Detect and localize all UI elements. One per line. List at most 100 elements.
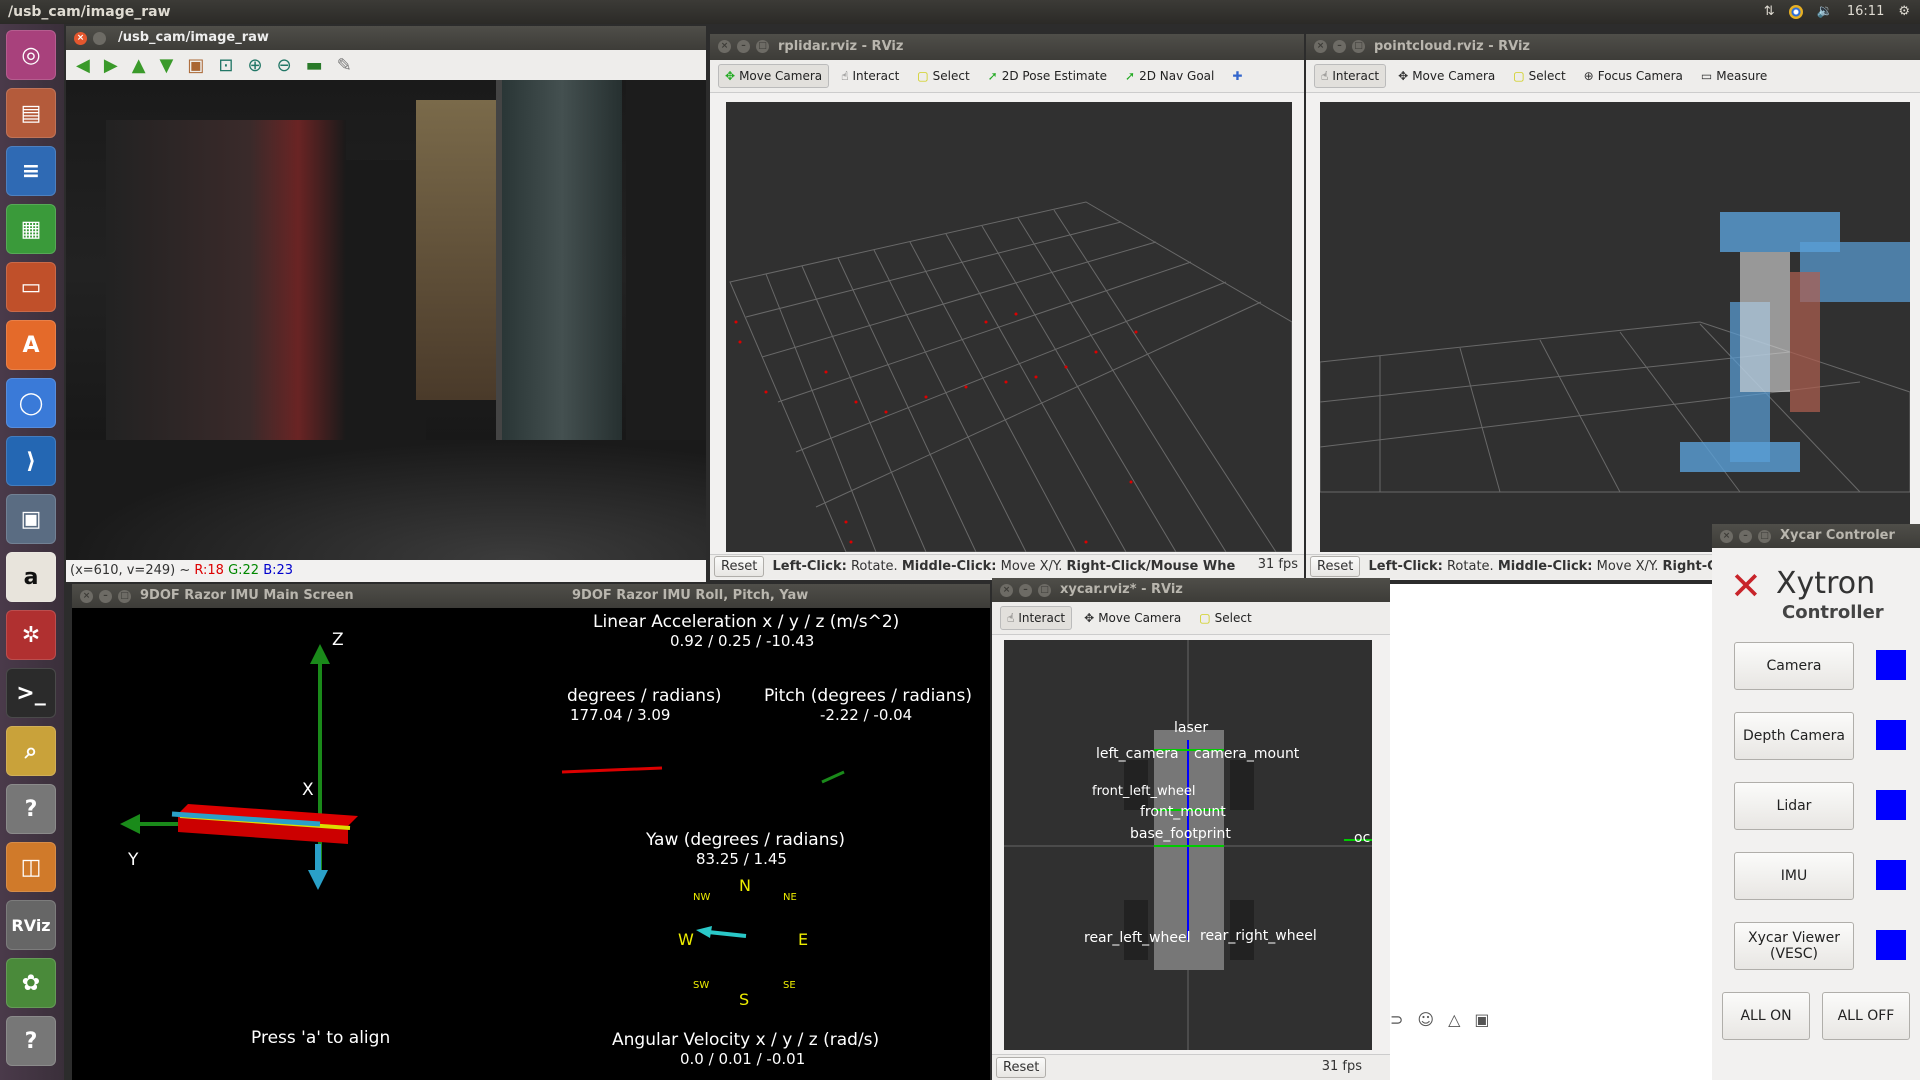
arrow-right-icon[interactable]: ▶ [104, 55, 118, 76]
clock[interactable]: 16:11 [1847, 4, 1884, 19]
maximize-icon[interactable]: □ [756, 40, 769, 53]
settings-icon[interactable]: ✲ [6, 610, 56, 660]
network-icon[interactable]: ⇅ [1764, 4, 1775, 19]
background-chat-window: ⊃ ☺ △ ▣ [1390, 584, 1712, 1080]
rplidar-titlebar[interactable]: × – □ rplidar.rviz - RViz [710, 34, 1304, 60]
add-tool-button[interactable]: ✚ [1226, 65, 1248, 87]
maximize-icon[interactable]: □ [118, 590, 131, 603]
nav-goal-tool[interactable]: ➚ 2D Nav Goal [1119, 65, 1220, 87]
maximize-icon[interactable]: □ [1038, 584, 1051, 597]
imu-window: × – □ 9DOF Razor IMU Main Screen 9DOF Razo… [72, 584, 990, 1080]
link-icon[interactable]: ⊃ [1390, 1010, 1403, 1029]
zoom-in-icon[interactable]: ⊕ [247, 55, 262, 76]
tool-label: Interact [1018, 611, 1066, 625]
minimize-icon[interactable] [93, 32, 106, 45]
move-camera-tool[interactable]: ✥ Move Camera [1078, 607, 1187, 629]
close-icon[interactable]: × [1000, 584, 1013, 597]
close-icon[interactable]: × [80, 590, 93, 603]
frame-label: oc [1354, 830, 1371, 846]
xycar-titlebar[interactable]: × – □ xycar.rviz* - RViz [992, 578, 1390, 602]
reset-button[interactable]: Reset [996, 1057, 1047, 1078]
emoji-icon[interactable]: ☺ [1417, 1010, 1434, 1029]
files-icon[interactable]: ▤ [6, 88, 56, 138]
rqt-icon[interactable]: ✿ [6, 958, 56, 1008]
interact-tool[interactable]: ☝ Interact [835, 65, 905, 87]
brush-icon[interactable]: ✎ [337, 55, 352, 76]
interact-tool[interactable]: ☝ Interact [1000, 606, 1073, 630]
frame-label: left_camera [1096, 746, 1179, 762]
zoom-fit-icon[interactable]: ⊡ [218, 55, 233, 76]
minimize-icon[interactable]: – [1333, 40, 1346, 53]
pose-estimate-tool[interactable]: ➚ 2D Pose Estimate [982, 65, 1113, 87]
ubuntu-icon[interactable]: ◎ [6, 30, 56, 80]
move-camera-tool[interactable]: ✥ Move Camera [718, 64, 830, 88]
drive-icon[interactable]: △ [1448, 1010, 1460, 1029]
close-icon[interactable]: × [718, 40, 731, 53]
move-camera-tool[interactable]: ✥ Move Camera [1392, 65, 1501, 87]
camera-button[interactable]: Camera [1734, 642, 1854, 690]
remote-desktop-icon[interactable]: ▣ [6, 494, 56, 544]
angular-velocity-label: Angular Velocity x / y / z (rad/s) [612, 1030, 880, 1050]
gear-icon[interactable]: ⚙ [1898, 4, 1910, 19]
lidar-button[interactable]: Lidar [1734, 782, 1854, 830]
rplidar-3d-view[interactable] [726, 102, 1293, 553]
chromium-icon[interactable]: ◯ [6, 378, 56, 428]
controller-titlebar[interactable]: × – □ Xycar Controler [1712, 524, 1920, 548]
terminal-icon[interactable]: >_ [6, 668, 56, 718]
help-icon[interactable]: ? [6, 784, 56, 834]
calc-icon[interactable]: ▦ [6, 204, 56, 254]
select-tool[interactable]: ▢ Select [1507, 65, 1571, 87]
maximize-icon[interactable]: □ [1758, 530, 1771, 543]
box-icon[interactable]: ◫ [6, 842, 56, 892]
xycar-viewer-button[interactable]: Xycar Viewer (VESC) [1734, 922, 1854, 970]
all-off-button[interactable]: ALL OFF [1822, 992, 1910, 1040]
maximize-icon[interactable]: □ [1352, 40, 1365, 53]
vscode-icon[interactable]: ⟩ [6, 436, 56, 486]
pointcloud-3d-view[interactable] [1319, 102, 1911, 552]
close-icon[interactable]: × [1314, 40, 1327, 53]
close-icon[interactable]: × [74, 32, 87, 45]
minimize-icon[interactable]: – [1739, 530, 1752, 543]
software-center-icon[interactable]: A [6, 320, 56, 370]
reset-button[interactable]: Reset [714, 556, 765, 577]
tool-label: Interact [852, 69, 900, 83]
camera-image[interactable] [66, 80, 706, 560]
chrome-icon[interactable] [1788, 4, 1803, 19]
close-icon[interactable]: × [1720, 530, 1733, 543]
imu-button[interactable]: IMU [1734, 852, 1854, 900]
minimize-icon[interactable]: – [99, 590, 112, 603]
select-tool[interactable]: ▢ Select [911, 65, 975, 87]
all-on-button[interactable]: ALL ON [1722, 992, 1810, 1040]
volume-icon[interactable]: 🔉 [1817, 4, 1833, 19]
arrow-down-icon[interactable]: ▼ [160, 55, 174, 76]
save-icon[interactable]: ▬ [306, 55, 323, 76]
depth-camera-button[interactable]: Depth Camera [1734, 712, 1854, 760]
lidar-status-indicator [1876, 790, 1906, 820]
zoom-out-icon[interactable]: ⊖ [277, 55, 292, 76]
help-icon[interactable]: ? [6, 1016, 56, 1066]
xycar-3d-view[interactable]: laser left_camera camera_mount front_lef… [1004, 640, 1372, 1050]
picture-icon[interactable]: ▣ [187, 55, 204, 76]
hint-right-click: Right-C [1662, 559, 1717, 574]
select-tool[interactable]: ▢ Select [1193, 607, 1257, 629]
rviz-icon[interactable]: RViz [6, 900, 56, 950]
frame-label: laser [1174, 720, 1209, 736]
impress-icon[interactable]: ▭ [6, 262, 56, 312]
top-panel: /usb_cam/image_raw ⇅ 🔉 16:11 ⚙ [0, 0, 1920, 24]
rplidar-rviz-window: × – □ rplidar.rviz - RViz ✥ Move Camera ☝ In… [710, 34, 1304, 580]
image-icon[interactable]: ▣ [1474, 1010, 1489, 1029]
interact-tool[interactable]: ☝ Interact [1314, 64, 1387, 88]
image-viewer-icon[interactable]: ⌕ [6, 726, 56, 776]
reset-button[interactable]: Reset [1310, 556, 1361, 577]
arrow-up-icon[interactable]: ▲ [132, 55, 146, 76]
amazon-icon[interactable]: a [6, 552, 56, 602]
camera-window-titlebar[interactable]: × /usb_cam/image_raw [66, 26, 706, 50]
writer-icon[interactable]: ≡ [6, 146, 56, 196]
minimize-icon[interactable]: – [737, 40, 750, 53]
pointcloud-titlebar[interactable]: × – □ pointcloud.rviz - RViz [1306, 34, 1920, 60]
minimize-icon[interactable]: – [1019, 584, 1032, 597]
arrow-left-icon[interactable]: ◀ [76, 55, 90, 76]
imu-titlebar[interactable]: × – □ 9DOF Razor IMU Main Screen 9DOF Razo… [72, 584, 990, 608]
focus-camera-tool[interactable]: ⊕ Focus Camera [1578, 65, 1689, 87]
measure-tool[interactable]: ▭ Measure [1695, 65, 1773, 87]
